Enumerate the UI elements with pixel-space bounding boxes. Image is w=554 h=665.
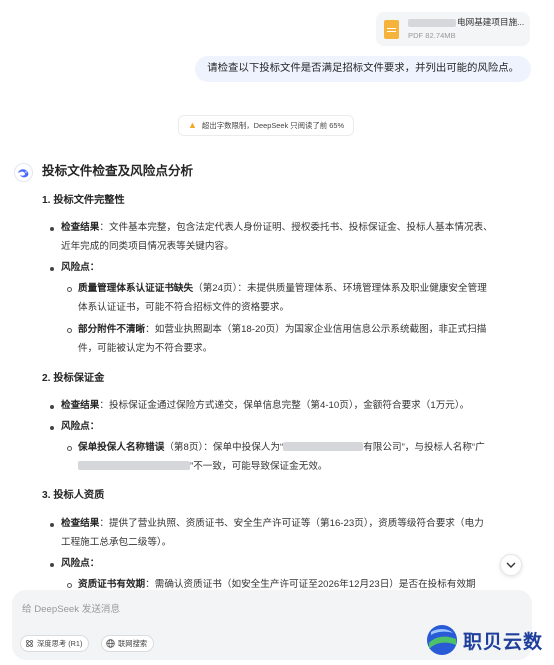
answer-line: 检查结果：投标保证金通过保险方式递交，保单信息完整（第4-10页），金额符合要求… bbox=[61, 400, 470, 411]
bullet bbox=[50, 563, 54, 567]
watermark: 职贝云数 bbox=[425, 619, 545, 661]
answer-title: 投标文件检查及风险点分析 bbox=[42, 164, 194, 178]
web-search-toggle[interactable]: 联网搜索 bbox=[101, 635, 155, 652]
answer-line: 体系认证证书，可能不符合招标文件的资格要求。 bbox=[78, 302, 290, 313]
sub-bullet bbox=[67, 328, 72, 333]
redacted-text bbox=[408, 18, 456, 27]
globe-icon bbox=[106, 639, 115, 648]
sub-bullet bbox=[67, 583, 72, 588]
sub-bullet bbox=[67, 446, 72, 451]
section-heading: 3. 投标人资质 bbox=[42, 490, 105, 501]
deepseek-whale-icon bbox=[14, 163, 33, 182]
bullet bbox=[50, 227, 54, 231]
redacted-text bbox=[78, 461, 190, 470]
answer-line: 风险点： bbox=[61, 262, 100, 273]
file-pdf-icon bbox=[384, 19, 399, 39]
globe-logo-icon bbox=[427, 625, 457, 655]
answer-line: 件，可能被认定为不符合要求。 bbox=[78, 343, 213, 354]
warning-icon: ▲ bbox=[188, 120, 197, 130]
truncation-notice: ▲ 超出字数限制，DeepSeek 只阅读了前 65% bbox=[178, 115, 355, 136]
bullet bbox=[50, 405, 54, 409]
answer-line: 质量管理体系认证证书缺失（第24页）：未提供质量管理体系、环境管理体系及职业健康… bbox=[78, 283, 487, 294]
answer-line: ”不一致，可能导致保证金无效。 bbox=[78, 460, 328, 473]
file-size: PDF 82.74MB bbox=[408, 31, 456, 40]
sub-bullet bbox=[67, 287, 72, 292]
answer-line: 近年完成的同类项目情况表等关键内容。 bbox=[61, 241, 234, 252]
deep-think-toggle[interactable]: 深度思考 (R1) bbox=[20, 635, 90, 652]
section-heading: 2. 投标保证金 bbox=[42, 373, 105, 384]
answer-line: 风险点： bbox=[61, 558, 100, 569]
answer-line: 检查结果：提供了营业执照、资质证书、安全生产许可证等（第16-23页），资质等级… bbox=[61, 518, 484, 529]
bullet bbox=[50, 267, 54, 271]
bullet bbox=[50, 426, 54, 430]
deep-think-icon bbox=[25, 639, 34, 648]
section-heading: 1. 投标文件完整性 bbox=[42, 195, 125, 206]
answer-line: 工程施工总承包二级等）。 bbox=[61, 537, 172, 548]
file-attachment-card[interactable]: 电网基建项目施... PDF 82.74MB bbox=[376, 12, 530, 46]
bullet bbox=[50, 523, 54, 527]
redacted-text bbox=[283, 442, 364, 451]
chevron-down-icon bbox=[506, 562, 516, 568]
file-name: 电网基建项目施... bbox=[408, 18, 524, 27]
user-message-bubble: 请检查以下投标文件是否满足招标文件要求，并列出可能的风险点。 bbox=[195, 56, 531, 82]
answer-line: 部分附件不清晰：如营业执照副本（第18-20页）为国家企业信用信息公示系统截图，… bbox=[78, 324, 487, 335]
answer-line: 风险点： bbox=[61, 421, 100, 432]
answer-line: 保单投保人名称错误（第8页）：保单中投保人为“ 有限公司”，与投标人名称“广 bbox=[78, 442, 485, 453]
answer-line: 检查结果：文件基本完整，包含法定代表人身份证明、授权委托书、投标保证金、投标人基… bbox=[61, 222, 493, 233]
message-input[interactable]: 给 DeepSeek 发送消息 bbox=[22, 601, 120, 615]
scroll-to-bottom-button[interactable] bbox=[500, 554, 522, 576]
